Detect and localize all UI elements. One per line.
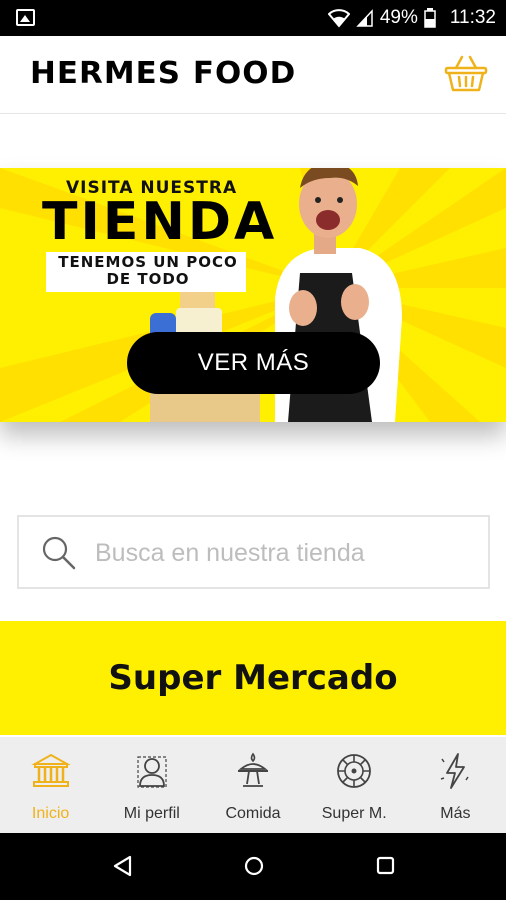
home-button[interactable]	[243, 855, 265, 881]
status-right: 49% 11:32	[327, 0, 496, 36]
promo-banner[interactable]: VISITA NUESTRA TIENDA TENEMOS UN POCO DE…	[0, 168, 506, 422]
battery-percent: 49%	[379, 7, 418, 28]
search-icon	[42, 536, 76, 570]
market-icon	[337, 754, 372, 788]
back-icon	[113, 855, 132, 877]
banner-tagline-line-2: DE TODO	[106, 270, 190, 288]
wifi-icon	[327, 9, 350, 28]
nav-item-inicio[interactable]: Inicio	[0, 737, 101, 833]
banner-tagline-line-1: TENEMOS UN POCO	[58, 253, 238, 271]
category-super-mercado[interactable]: Super Mercado	[0, 621, 506, 735]
cart-button[interactable]	[444, 54, 488, 94]
app-header: HERMES FOOD	[0, 36, 506, 114]
clock: 11:32	[449, 7, 496, 28]
search-placeholder: Busca en nuestra tienda	[95, 539, 365, 567]
banner-headline: TIENDA	[42, 192, 278, 252]
nav-item-super-m[interactable]: Super M.	[304, 737, 405, 833]
nav-item-mas[interactable]: Más	[405, 737, 506, 833]
lightning-icon	[441, 753, 470, 789]
recents-button[interactable]	[375, 855, 395, 881]
profile-icon	[137, 756, 167, 788]
shopping-basket-icon	[444, 55, 488, 92]
category-title: Super Mercado	[108, 658, 398, 698]
home-icon	[244, 856, 264, 876]
signal-icon	[356, 9, 373, 27]
banner-tagline: TENEMOS UN POCO DE TODO	[50, 254, 246, 288]
back-button[interactable]	[112, 855, 132, 881]
nav-label: Más	[440, 805, 471, 822]
nav-label: Comida	[225, 805, 281, 822]
search-input[interactable]: Busca en nuestra tienda	[17, 515, 490, 589]
battery-icon	[424, 8, 436, 28]
status-bar: 49% 11:32	[0, 0, 506, 36]
system-navigation-bar	[0, 833, 506, 900]
nav-label: Mi perfil	[123, 805, 180, 822]
nav-item-mi-perfil[interactable]: Mi perfil	[101, 737, 202, 833]
recents-icon	[376, 856, 395, 875]
food-icon	[238, 752, 268, 787]
ver-mas-button[interactable]: VER MÁS	[127, 332, 380, 394]
nav-label: Inicio	[31, 805, 70, 822]
app-logo: HERMES FOOD	[30, 56, 297, 91]
nav-item-comida[interactable]: Comida	[202, 737, 303, 833]
bottom-navigation: Inicio Mi perfil Comida Super M. Más	[0, 737, 506, 833]
nav-label: Super M.	[321, 805, 387, 822]
bank-icon	[30, 753, 71, 787]
image-icon	[16, 9, 35, 26]
